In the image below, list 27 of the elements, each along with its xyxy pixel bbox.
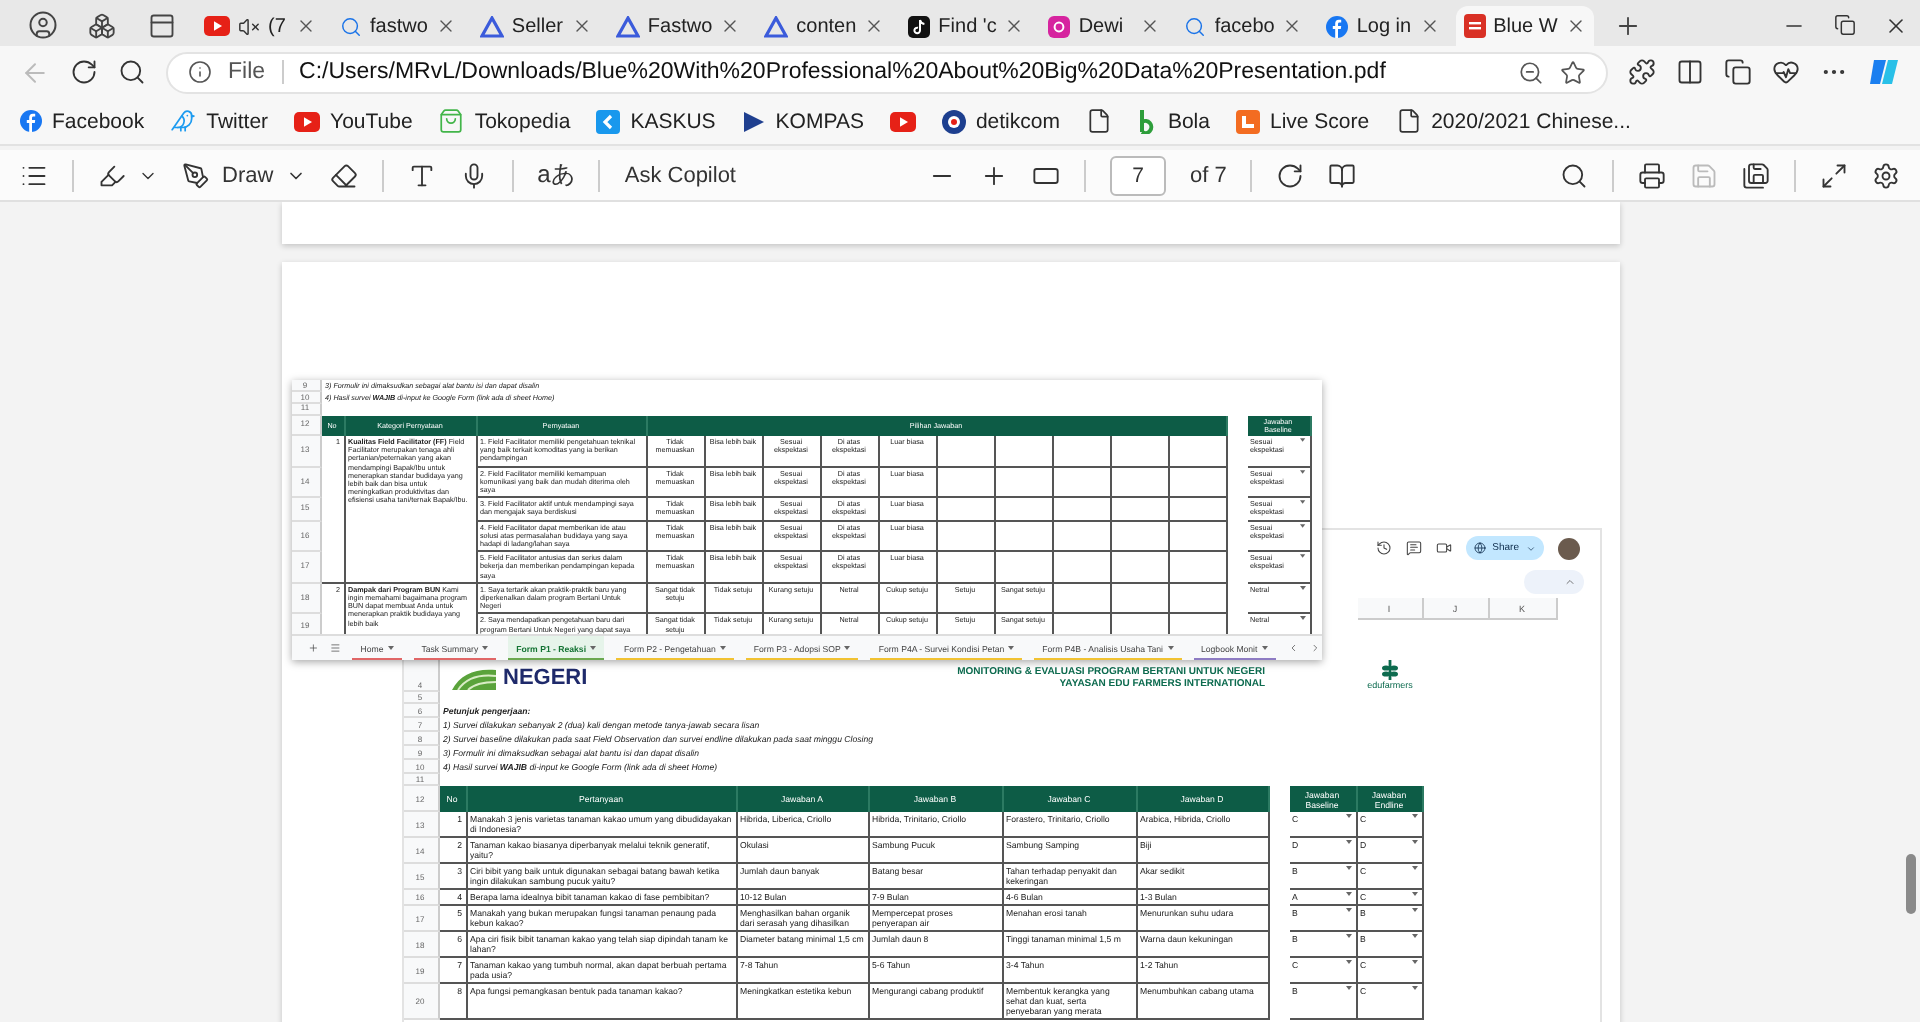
browser-tab[interactable]: (7 bbox=[196, 6, 324, 46]
logo-text: NEGERI bbox=[503, 668, 588, 690]
browser-tab[interactable]: Blue W bbox=[1455, 6, 1594, 46]
address-bar[interactable]: File C:/Users/MRvL/Downloads/Blue%20With%20Professional%20About%20Big%20Data%20Presentation.pdf bbox=[166, 51, 1608, 93]
bookmark[interactable]: KASKUS bbox=[596, 109, 716, 133]
browser-tab[interactable]: Find 'c bbox=[900, 6, 1033, 46]
browser-tab[interactable]: Dewi bbox=[1040, 6, 1169, 46]
bookmark[interactable]: 2020/2021 Chinese... bbox=[1395, 108, 1631, 134]
page-number-field[interactable]: 7 bbox=[1110, 155, 1166, 195]
bookmark[interactable]: KOMPAS bbox=[741, 109, 864, 133]
browser-tab[interactable]: Log in bbox=[1318, 6, 1448, 46]
draw-button[interactable]: Draw bbox=[182, 161, 306, 189]
translate-button[interactable]: aあ bbox=[537, 158, 575, 192]
ask-copilot-button[interactable]: Ask Copilot bbox=[624, 163, 736, 187]
browser-tab[interactable]: fastwo bbox=[332, 6, 464, 46]
bookmark[interactable]: Bola bbox=[1137, 109, 1210, 133]
bookmark[interactable]: YouTube bbox=[294, 109, 413, 133]
browser-tab[interactable]: Seller bbox=[471, 6, 600, 46]
page-count: of 7 bbox=[1190, 163, 1227, 187]
bookmark[interactable]: Live Score bbox=[1235, 109, 1370, 133]
browser-tab[interactable]: Fastwo bbox=[607, 6, 749, 46]
browser-tab[interactable]: facebo bbox=[1176, 6, 1311, 46]
bookmark[interactable]: detikcom bbox=[941, 109, 1060, 133]
bookmark[interactable]: Tokopedia bbox=[438, 108, 571, 134]
browser-tab[interactable]: conten bbox=[756, 6, 893, 46]
bookmark[interactable]: Twitter bbox=[170, 108, 269, 134]
bookmark[interactable]: Facebook bbox=[20, 109, 145, 133]
